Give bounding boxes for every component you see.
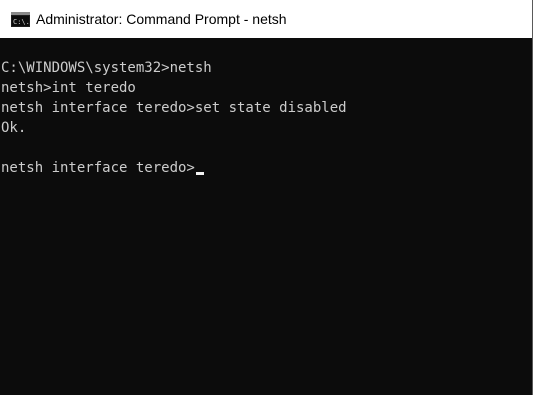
console-line: C:\WINDOWS\system32>netsh (1, 60, 212, 76)
title-bar[interactable]: C:\. Administrator: Command Prompt - net… (0, 0, 532, 38)
command-prompt-icon: C:\. (11, 11, 30, 27)
text-cursor (195, 172, 204, 175)
window-title: Administrator: Command Prompt - netsh (36, 11, 287, 27)
console-line: netsh>int teredo (1, 80, 136, 96)
svg-text:C:\.: C:\. (13, 18, 30, 26)
console-line: Ok. (1, 120, 27, 136)
current-prompt: netsh interface teredo> (1, 160, 195, 176)
prompt-line[interactable]: netsh interface teredo> (1, 158, 532, 178)
command-prompt-window: C:\. Administrator: Command Prompt - net… (0, 0, 533, 395)
console-line: netsh interface teredo>set state disable… (1, 100, 347, 116)
console-output[interactable]: C:\WINDOWS\system32>netsh netsh>int tere… (0, 38, 532, 395)
